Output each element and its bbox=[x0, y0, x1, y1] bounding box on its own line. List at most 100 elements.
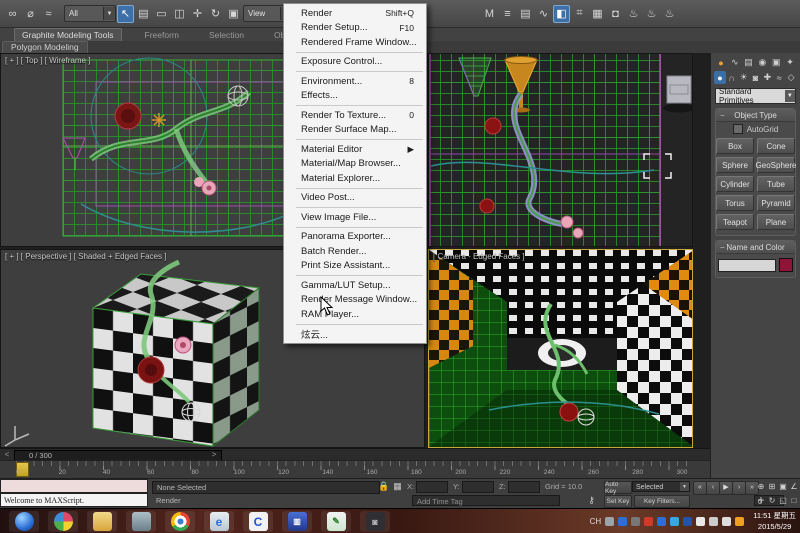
Teapot[interactable]: Teapot bbox=[716, 214, 754, 230]
next-frame-button[interactable]: › bbox=[732, 481, 746, 495]
Sphere[interactable]: Sphere bbox=[716, 157, 754, 173]
key-filters-button[interactable]: Key Filters... bbox=[634, 495, 690, 508]
selection-lock-icon[interactable]: 🔒 bbox=[378, 481, 389, 492]
Render[interactable]: RenderShift+Q bbox=[284, 6, 426, 21]
chrome-app[interactable] bbox=[165, 511, 195, 532]
arc-rotate-icon[interactable]: ↻ bbox=[767, 495, 777, 506]
cameras-icon[interactable]: ◙ bbox=[750, 71, 762, 84]
activeshade-icon[interactable]: ♨ bbox=[661, 5, 678, 23]
tray-volume-icon[interactable] bbox=[722, 517, 731, 526]
Plane[interactable]: Plane bbox=[757, 214, 795, 230]
render-setup-icon[interactable]: ▦ bbox=[589, 5, 606, 23]
Render Surface Map...[interactable]: Render Surface Map... bbox=[284, 123, 426, 138]
geometry-type-dropdown[interactable]: Standard Primitives ▼ bbox=[715, 88, 796, 104]
viewport-camera-top[interactable] bbox=[428, 53, 693, 247]
render-production-icon[interactable]: ♨ bbox=[625, 5, 642, 23]
viewport-top-label[interactable]: [ + ] [ Top ] [ Wireframe ] bbox=[5, 56, 90, 65]
frame-prev-arrow[interactable]: < bbox=[2, 450, 12, 460]
viewport-perspective-label[interactable]: [ + ] [ Perspective ] [ Shaded + Edged F… bbox=[5, 252, 166, 261]
tray-printer-icon[interactable] bbox=[605, 517, 614, 526]
Video Post...[interactable]: Video Post... bbox=[284, 191, 426, 206]
GeoSphere[interactable]: GeoSphere bbox=[757, 157, 795, 173]
tray-window-icon[interactable] bbox=[709, 517, 718, 526]
Effects...[interactable]: Effects... bbox=[284, 89, 426, 104]
go-to-start-button[interactable]: « bbox=[693, 481, 707, 495]
my-computer-app[interactable] bbox=[126, 511, 156, 532]
Graphite Modeling Tools[interactable]: Graphite Modeling Tools bbox=[14, 28, 122, 42]
tray-shield-icon[interactable] bbox=[657, 517, 666, 526]
maximize-viewport-icon[interactable]: □ bbox=[789, 495, 799, 506]
selection-set-dropdown[interactable]: Selected ▼ bbox=[632, 481, 690, 492]
maxscript-listener-white[interactable]: Welcome to MAXScript. bbox=[0, 493, 148, 507]
helpers-icon[interactable]: ✚ bbox=[761, 71, 773, 84]
select-object-icon[interactable]: ↖ bbox=[117, 5, 134, 23]
Rendered Frame Window...[interactable]: Rendered Frame Window... bbox=[284, 35, 426, 50]
Cylinder[interactable]: Cylinder bbox=[716, 176, 754, 192]
Cone[interactable]: Cone bbox=[757, 138, 795, 154]
tray-messenger-icon[interactable] bbox=[670, 517, 679, 526]
add-time-tag-field[interactable]: Add Time Tag bbox=[412, 495, 560, 506]
name-color-rollout-header[interactable]: − Name and Color bbox=[716, 241, 795, 254]
select-and-move-icon[interactable]: ✛ bbox=[189, 5, 206, 23]
Selection[interactable]: Selection bbox=[202, 29, 251, 41]
modify-tab-icon[interactable]: ∿ bbox=[729, 56, 741, 69]
pinwheel-app[interactable] bbox=[48, 511, 78, 532]
Pyramid[interactable]: Pyramid bbox=[757, 195, 795, 211]
file-explorer-app[interactable] bbox=[87, 511, 117, 532]
absolute-mode-icon[interactable]: ▦ bbox=[392, 481, 403, 492]
viewcube[interactable] bbox=[663, 76, 693, 113]
previous-frame-button[interactable]: ‹ bbox=[706, 481, 720, 495]
tab-polygon-modeling[interactable]: Polygon Modeling bbox=[2, 41, 88, 53]
pan-icon[interactable]: ✛ bbox=[756, 495, 766, 506]
maxscript-listener-pink[interactable] bbox=[0, 479, 148, 493]
tray-security-red-icon[interactable] bbox=[644, 517, 653, 526]
select-and-link-icon[interactable]: ∞ bbox=[4, 5, 21, 23]
render-iterative-icon[interactable]: ♨ bbox=[643, 5, 660, 23]
rectangular-selection-icon[interactable]: ▭ bbox=[153, 5, 170, 23]
Material Explorer...[interactable]: Material Explorer... bbox=[284, 171, 426, 186]
selection-filter-dropdown[interactable]: All ▼ bbox=[64, 5, 116, 22]
Render To Texture...[interactable]: Render To Texture...0 bbox=[284, 108, 426, 123]
hierarchy-tab-icon[interactable]: ▤ bbox=[743, 56, 755, 69]
Print Size Assistant...[interactable]: Print Size Assistant... bbox=[284, 259, 426, 274]
systems-icon[interactable]: ◇ bbox=[785, 71, 797, 84]
notes-app[interactable]: ✎ bbox=[321, 511, 351, 532]
play-button[interactable]: ▶ bbox=[719, 481, 733, 495]
Render Message Window...[interactable]: Render Message Window... bbox=[284, 293, 426, 308]
zoom-all-icon[interactable]: ⊞ bbox=[767, 481, 777, 492]
utilities-tab-icon[interactable]: ✦ bbox=[784, 56, 796, 69]
ime-indicator[interactable]: CH bbox=[590, 517, 602, 526]
Environment...[interactable]: Environment...8 bbox=[284, 74, 426, 89]
Batch Render...[interactable]: Batch Render... bbox=[284, 244, 426, 259]
Gamma/LUT Setup...[interactable]: Gamma/LUT Setup... bbox=[284, 278, 426, 293]
object-name-input[interactable] bbox=[718, 259, 776, 272]
Box[interactable]: Box bbox=[716, 138, 754, 154]
Panorama Exporter...[interactable]: Panorama Exporter... bbox=[284, 230, 426, 245]
tray-flag-icon[interactable] bbox=[696, 517, 705, 526]
select-by-name-icon[interactable]: ▤ bbox=[135, 5, 152, 23]
x-coordinate-field[interactable] bbox=[416, 481, 448, 493]
y-coordinate-field[interactable] bbox=[462, 481, 494, 493]
Material Editor[interactable]: Material Editor▶ bbox=[284, 142, 426, 157]
Material/Map Browser...[interactable]: Material/Map Browser... bbox=[284, 157, 426, 172]
autogrid-checkbox[interactable] bbox=[733, 124, 743, 134]
set-key-button[interactable]: Set Key bbox=[604, 495, 632, 508]
炫云...[interactable]: 炫云... bbox=[284, 327, 426, 342]
viewport-camera-label[interactable]: [ Camera - Edged Faces ] bbox=[433, 252, 525, 261]
start-button[interactable] bbox=[9, 511, 39, 532]
field-of-view-icon[interactable]: ∠ bbox=[789, 481, 799, 492]
zoom-icon[interactable]: ⊕ bbox=[756, 481, 766, 492]
timeline-ruler[interactable]: 0204060801001201401601802002202402602803… bbox=[0, 460, 710, 479]
c-viewer-app[interactable]: C bbox=[243, 511, 273, 532]
viewport-camera-render[interactable]: [ Camera - Edged Faces ] bbox=[428, 249, 693, 448]
recorder-app[interactable]: ◙ bbox=[360, 511, 390, 532]
Exposure Control...[interactable]: Exposure Control... bbox=[284, 55, 426, 70]
mirror-icon[interactable]: M bbox=[481, 5, 498, 23]
rendered-frame-window-icon[interactable]: ◘ bbox=[607, 5, 624, 23]
z-coordinate-field[interactable] bbox=[508, 481, 540, 493]
tray-app-icon[interactable] bbox=[683, 517, 692, 526]
geometry-icon[interactable]: ● bbox=[714, 71, 726, 84]
create-tab-icon[interactable]: ● bbox=[715, 56, 727, 69]
View Image File...[interactable]: View Image File... bbox=[284, 210, 426, 225]
lights-icon[interactable]: ☀ bbox=[738, 71, 750, 84]
